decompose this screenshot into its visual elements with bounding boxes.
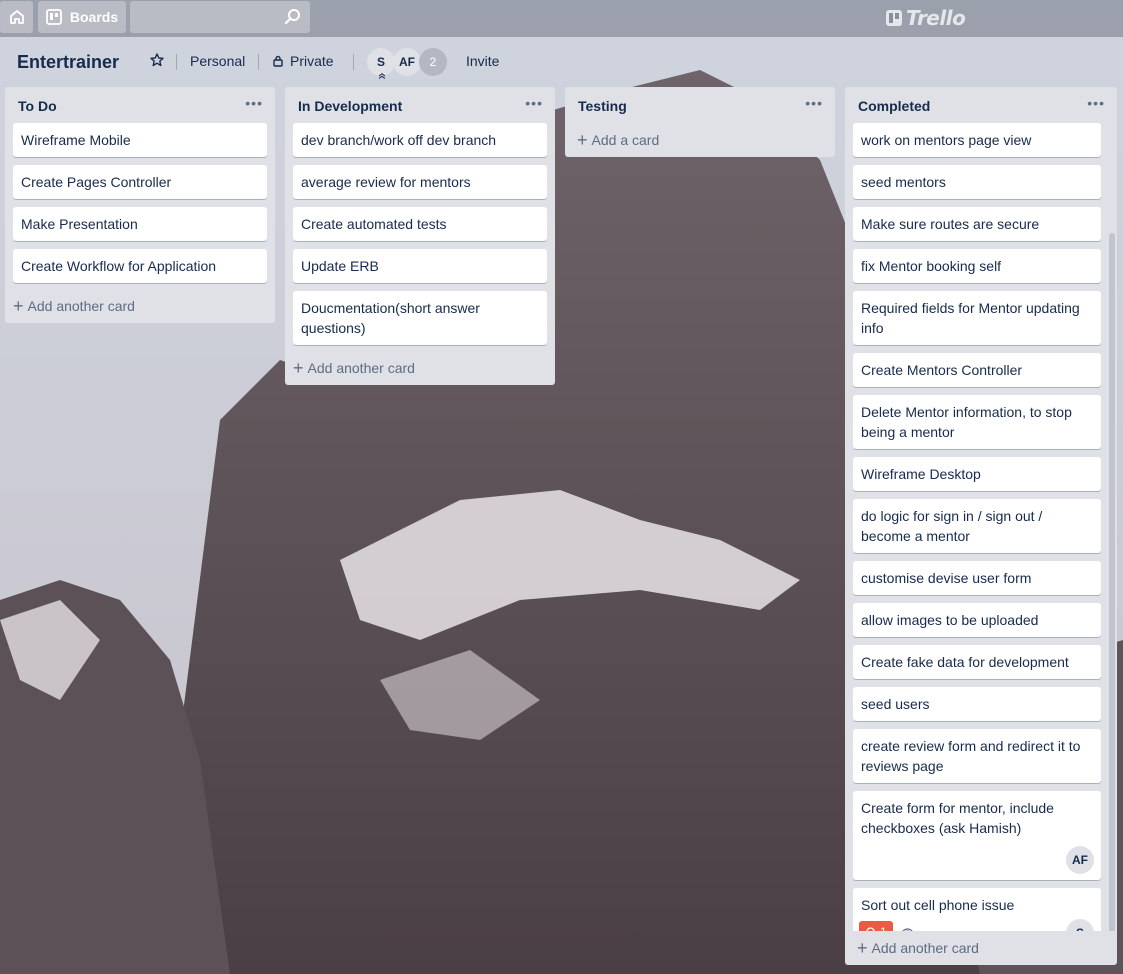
add-card-button[interactable]: + Add a card [565,123,835,157]
trello-logo[interactable]: Trello [886,6,966,30]
top-nav-bar: Boards Trello [0,0,1123,37]
card[interactable]: Create Pages Controller [13,165,267,199]
bell-icon [866,927,875,931]
eye-icon [901,928,913,931]
add-card-button[interactable]: + Add another card [845,931,1117,965]
admin-chevron-icon [378,73,386,79]
add-card-button[interactable]: + Add another card [5,291,275,321]
privacy-button[interactable]: Private [272,53,334,69]
boards-icon [45,9,62,25]
plus-icon: + [13,296,24,316]
list-header: In Development ••• [285,87,555,123]
trello-logo-icon [886,10,902,26]
card-with-badges[interactable]: Sort out cell phone issue 1 S [853,888,1101,931]
list-title[interactable]: To Do [18,98,57,114]
card-with-member[interactable]: Create form for mentor, include checkbox… [853,791,1101,880]
card[interactable]: create review form and redirect it to re… [853,729,1101,783]
card[interactable]: average review for mentors [293,165,547,199]
card[interactable]: allow images to be uploaded [853,603,1101,637]
home-button[interactable] [0,1,33,33]
divider [353,54,354,70]
card[interactable]: Doucmentation(short answer questions) [293,291,547,345]
divider [258,54,259,70]
card[interactable]: Update ERB [293,249,547,283]
add-card-label: Add a card [591,132,660,148]
add-card-label: Add another card [871,940,979,956]
invite-button[interactable]: Invite [466,53,499,69]
card-title: Create form for mentor, include checkbox… [861,800,1054,836]
card[interactable]: Make sure routes are secure [853,207,1101,241]
star-icon [150,53,164,67]
scrollbar-thumb[interactable] [1109,233,1115,931]
privacy-label: Private [290,53,334,69]
card[interactable]: do logic for sign in / sign out / become… [853,499,1101,553]
board-header: Entertrainer Personal Private S AF 2 Inv… [0,37,1123,85]
home-icon [9,10,24,24]
list-testing: Testing ••• + Add a card [565,87,835,157]
card[interactable]: dev branch/work off dev branch [293,123,547,157]
star-button[interactable] [150,53,164,67]
divider [176,54,177,70]
list-title[interactable]: Testing [578,98,627,114]
list-title[interactable]: Completed [858,98,930,114]
list-menu-icon[interactable]: ••• [1087,95,1105,111]
member-avatar[interactable]: AF [1066,846,1094,874]
board-title[interactable]: Entertrainer [17,52,119,73]
card[interactable]: Make Presentation [13,207,267,241]
add-card-label: Add another card [307,360,415,376]
card-scroll-area[interactable]: work on mentors page view seed mentors M… [845,123,1117,931]
plus-icon: + [577,130,588,150]
add-card-label: Add another card [27,298,135,314]
notification-count: 1 [880,922,887,931]
add-card-button[interactable]: + Add another card [285,353,555,383]
card[interactable]: Create Mentors Controller [853,353,1101,387]
card[interactable]: Delete Mentor information, to stop being… [853,395,1101,449]
card-container: work on mentors page view seed mentors M… [845,123,1109,931]
team-visibility-button[interactable]: Personal [190,53,245,69]
boards-label: Boards [69,9,119,25]
card[interactable]: customise devise user form [853,561,1101,595]
card[interactable]: seed mentors [853,165,1101,199]
search-input[interactable] [130,1,310,33]
plus-icon: + [293,358,304,378]
search-icon [284,9,300,25]
logo-text: Trello [906,6,966,30]
card-container: dev branch/work off dev branch average r… [285,123,555,345]
list-menu-icon[interactable]: ••• [525,95,543,111]
card-badges: 1 [859,921,1093,931]
card[interactable]: Required fields for Mentor updating info [853,291,1101,345]
list-in-development: In Development ••• dev branch/work off d… [285,87,555,385]
card-container: Wireframe Mobile Create Pages Controller… [5,123,275,283]
card[interactable]: Create automated tests [293,207,547,241]
list-header: To Do ••• [5,87,275,123]
card[interactable]: Create fake data for development [853,645,1101,679]
card[interactable]: fix Mentor booking self [853,249,1101,283]
list-menu-icon[interactable]: ••• [805,95,823,111]
card-title: Sort out cell phone issue [861,897,1015,913]
member-count-badge[interactable]: 2 [419,48,447,76]
list-title[interactable]: In Development [298,98,402,114]
plus-icon: + [857,938,868,958]
list-completed: Completed ••• work on mentors page view … [845,87,1117,965]
card[interactable]: seed users [853,687,1101,721]
card[interactable]: Wireframe Desktop [853,457,1101,491]
card[interactable]: work on mentors page view [853,123,1101,157]
list-to-do: To Do ••• Wireframe Mobile Create Pages … [5,87,275,323]
list-header: Testing ••• [565,87,835,123]
member-avatar[interactable]: AF [393,48,421,76]
card[interactable]: Wireframe Mobile [13,123,267,157]
list-header: Completed ••• [845,87,1117,123]
member-avatar[interactable]: S [367,48,395,79]
card[interactable]: Create Workflow for Application [13,249,267,283]
list-menu-icon[interactable]: ••• [245,95,263,111]
lock-icon [273,55,283,67]
boards-button[interactable]: Boards [38,1,126,33]
notification-badge: 1 [859,921,893,931]
